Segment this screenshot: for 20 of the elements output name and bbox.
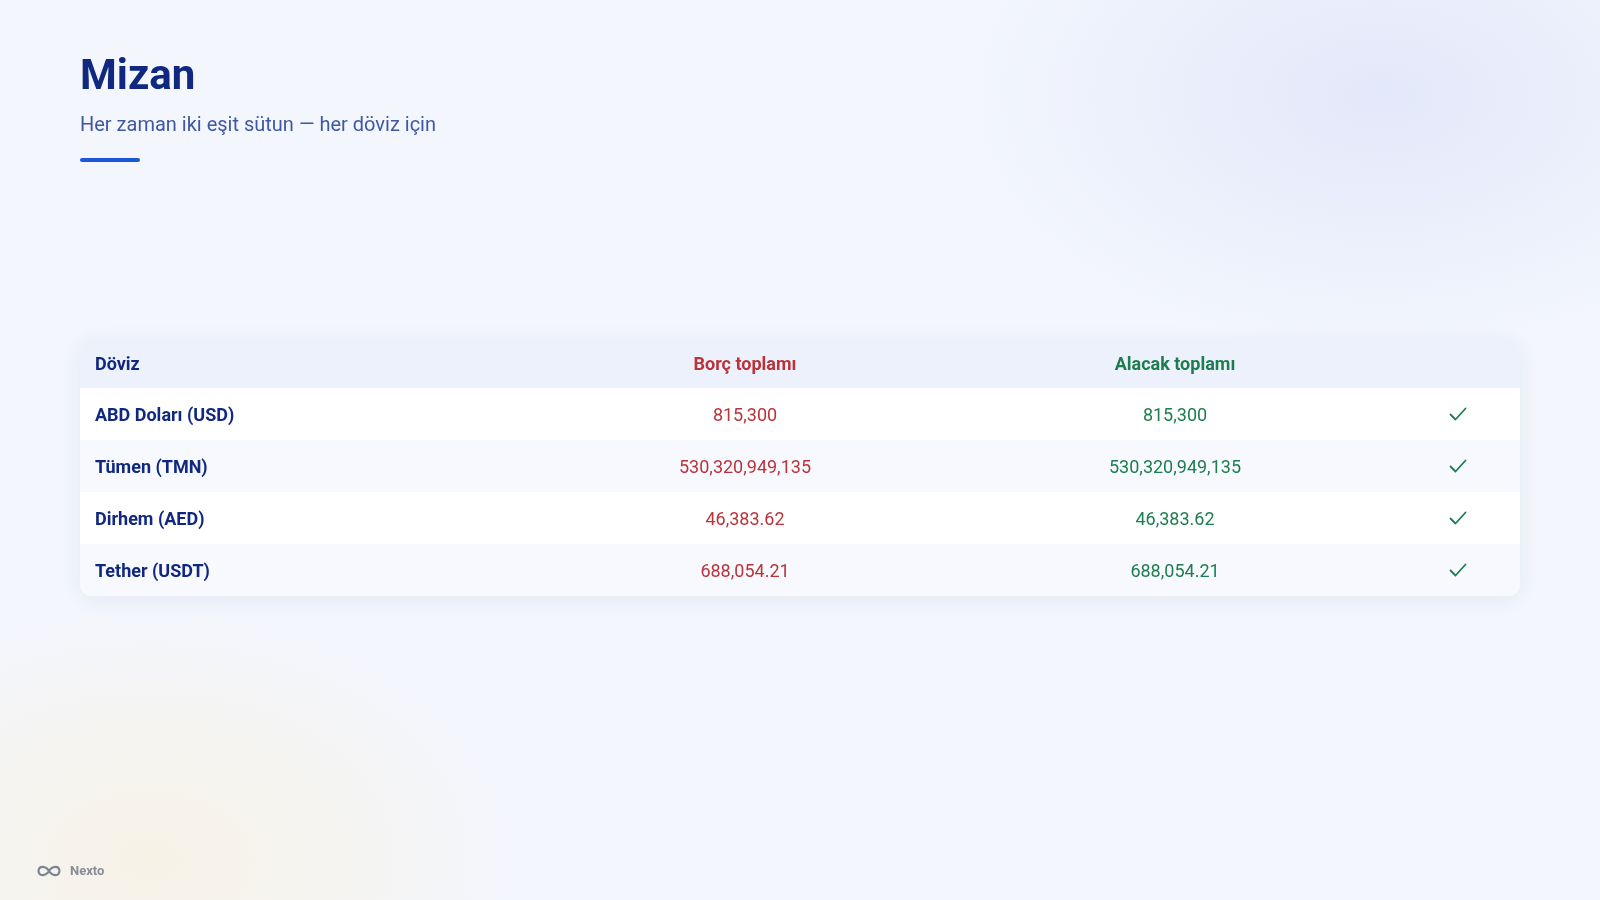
credit-cell: 815,300 [1142,403,1208,425]
credit-cell: 688,054.21 [1130,559,1220,581]
infinity-logo-icon [36,863,62,878]
debit-cell: 815,300 [712,403,778,425]
credit-cell: 530,320,949,135 [1109,455,1241,477]
currency-cell-text: Tether (USDT) [94,559,210,581]
debit-cell: 46,383.62 [705,507,785,529]
column-header: Borç toplamı [693,352,797,374]
currency-cell-text: ABD Doları (USD) [94,403,235,425]
currency-cell-text: Tümen (TMN) [94,455,208,477]
debit-cell: 530,320,949,135 [679,455,811,477]
accent-bar [80,158,140,163]
credit-cell: 46,383.62 [1135,507,1215,529]
page-subtitle: Her zaman iki eşit sütun — her döviz için [80,112,438,137]
currency-cell-text: Dirhem (AED) [94,507,205,529]
page-title: Mizan [80,50,197,101]
column-header: Döviz [94,352,140,374]
debit-cell: 688,054.21 [700,559,790,581]
column-header: Alacak toplamı [1114,352,1236,374]
brand-name: Nexto [70,863,105,878]
